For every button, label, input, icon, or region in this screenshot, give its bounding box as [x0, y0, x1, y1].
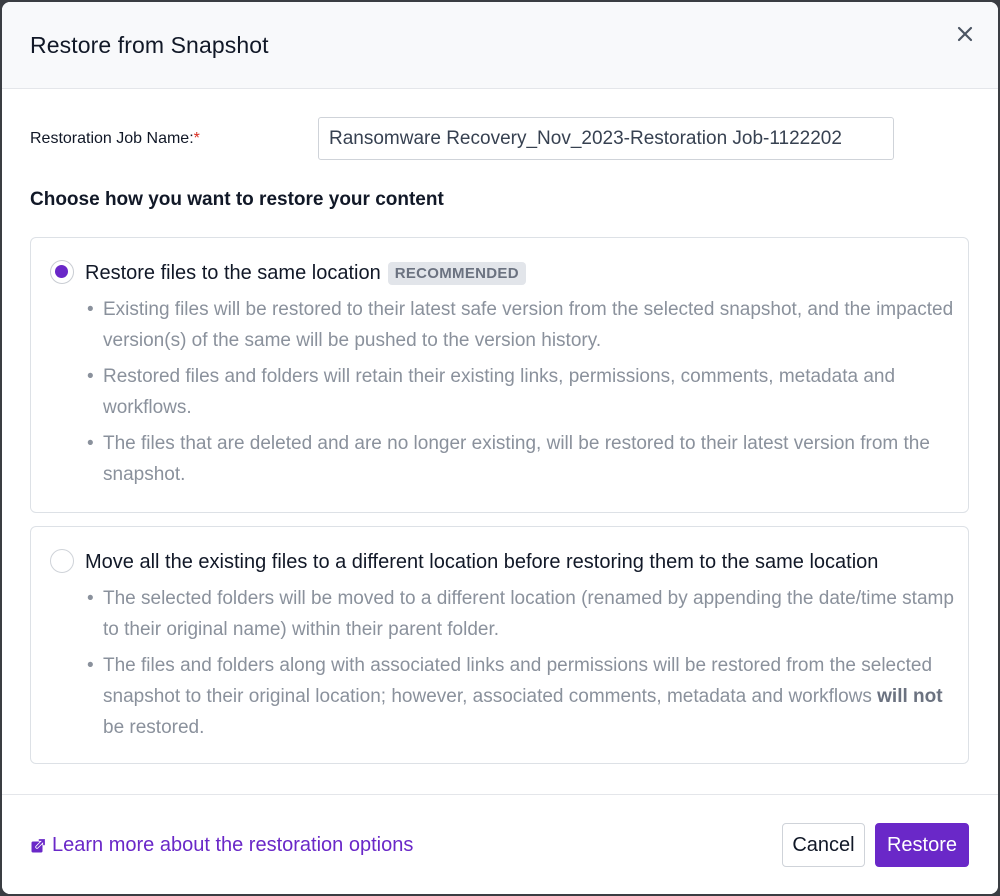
- restore-snapshot-modal: Restore from Snapshot Restoration Job Na…: [2, 2, 998, 894]
- restore-button[interactable]: Restore: [875, 823, 969, 867]
- job-name-label: Restoration Job Name:*: [30, 130, 200, 148]
- option-title-move-files: Move all the existing files to a differe…: [85, 551, 878, 574]
- recommended-badge: RECOMMENDED: [387, 262, 526, 285]
- option-title-text: Restore files to the same location: [85, 262, 381, 284]
- bullet-item: Restored files and folders will retain t…: [85, 361, 955, 423]
- required-marker: *: [193, 130, 200, 147]
- bullet-item: The selected folders will be moved to a …: [85, 583, 955, 645]
- modal-title: Restore from Snapshot: [30, 32, 269, 58]
- bullet-text: be restored.: [103, 717, 205, 738]
- close-button[interactable]: [953, 22, 977, 46]
- modal-header: Restore from Snapshot: [2, 2, 998, 89]
- option-2-bullets: The selected folders will be moved to a …: [85, 583, 955, 748]
- close-icon: [957, 26, 973, 42]
- option-card-move-files[interactable]: Move all the existing files to a differe…: [30, 526, 969, 764]
- cancel-button[interactable]: Cancel: [782, 823, 865, 867]
- option-title-text: Move all the existing files to a differe…: [85, 551, 879, 573]
- modal-footer: Learn more about the restoration options…: [2, 794, 998, 894]
- bullet-item: The files that are deleted and are no lo…: [85, 428, 955, 490]
- job-name-label-text: Restoration Job Name:: [30, 130, 194, 147]
- radio-same-location[interactable]: [50, 260, 74, 284]
- option-card-same-location[interactable]: Restore files to the same location RECOM…: [30, 237, 969, 513]
- learn-more-link[interactable]: Learn more about the restoration options: [30, 834, 413, 857]
- section-heading: Choose how you want to restore your cont…: [30, 189, 444, 210]
- bullet-text: The files and folders along with associa…: [103, 655, 933, 707]
- option-1-bullets: Existing files will be restored to their…: [85, 294, 955, 495]
- learn-more-text: Learn more about the restoration options: [52, 834, 414, 856]
- bullet-item: Existing files will be restored to their…: [85, 294, 955, 356]
- external-link-icon: [30, 837, 46, 854]
- bullet-bold-text: will not: [877, 686, 943, 707]
- radio-move-files[interactable]: [50, 549, 74, 573]
- option-title-same-location: Restore files to the same location RECOM…: [85, 262, 526, 285]
- bullet-item: The files and folders along with associa…: [85, 650, 955, 743]
- job-name-input[interactable]: [318, 117, 894, 160]
